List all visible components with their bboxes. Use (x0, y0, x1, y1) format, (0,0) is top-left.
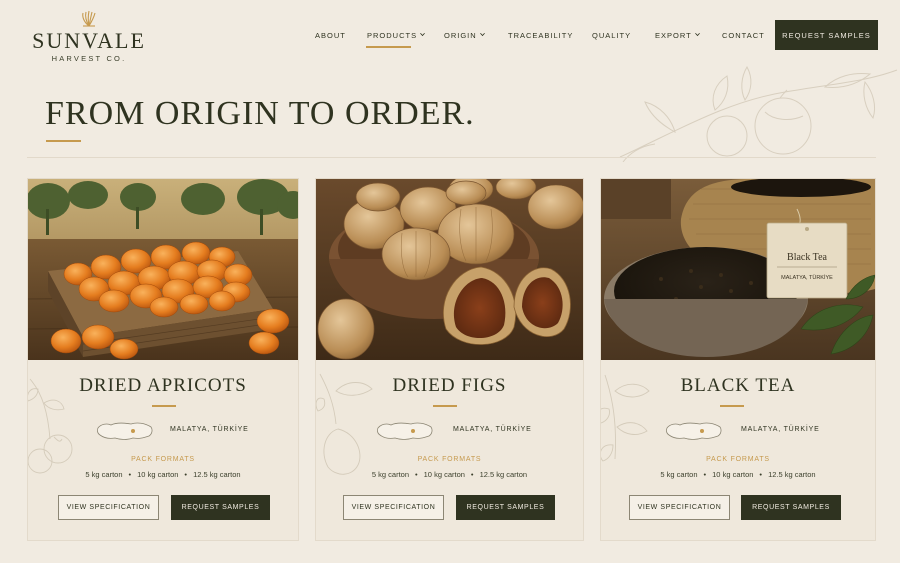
pack-format: 10 kg carton (712, 470, 754, 479)
pack-format: 12.5 kg carton (768, 470, 816, 479)
nav-item-traceability[interactable]: TRACEABILITY (508, 31, 573, 40)
title-accent-rule (433, 405, 457, 407)
hero-accent-rule (46, 140, 81, 142)
nav-item-export[interactable]: EXPORT (655, 31, 700, 40)
product-title: BLACK TEA (680, 375, 796, 396)
tea-tag-origin: MALATYA, TÜRKİYE (781, 274, 833, 281)
turkiye-map-icon (97, 422, 153, 440)
pack-format: 12.5 kg carton (193, 470, 241, 479)
product-card-apricots: DRIED APRICOTS MALATYA, TÜRKİYE PACK FOR… (27, 178, 299, 541)
hero-title: FROM ORIGIN TO ORDER. (45, 95, 475, 132)
pack-formats-label: PACK FORMATS (417, 456, 482, 463)
orange-branch-illustration (619, 65, 898, 162)
view-specification-button[interactable]: VIEW SPECIFICATION (343, 495, 444, 520)
nav-item-origin[interactable]: ORIGIN (444, 31, 485, 40)
request-samples-button[interactable]: REQUEST SAMPLES (171, 495, 270, 520)
origin-label: MALATYA, TÜRKİYE (453, 426, 532, 433)
view-specification-button[interactable]: VIEW SPECIFICATION (629, 495, 730, 520)
chevron-down-icon (420, 32, 425, 37)
pack-formats-list: 5 kg carton • 10 kg carton • 12.5 kg carton (660, 470, 816, 479)
request-samples-button[interactable]: REQUEST SAMPLES (741, 495, 841, 520)
brand-tagline: HARVEST CO. (51, 54, 127, 63)
request-samples-button[interactable]: REQUEST SAMPLES (775, 20, 878, 50)
apricot-crate-image (28, 179, 298, 360)
pack-format: 5 kg carton (660, 470, 698, 479)
black-tea-bowl-image: Black Tea MALATYA, TÜRKİYE (601, 179, 875, 360)
active-nav-indicator (366, 46, 411, 48)
pack-formats-list: 5 kg carton • 10 kg carton • 12.5 kg carton (85, 470, 241, 479)
origin-label: MALATYA, TÜRKİYE (741, 426, 820, 433)
product-title: DRIED APRICOTS (79, 375, 247, 396)
pack-format: 5 kg carton (85, 470, 123, 479)
figs-bowl-image (316, 179, 583, 360)
tea-tag-text: Black Tea (787, 252, 827, 263)
pack-format: 10 kg carton (137, 470, 179, 479)
nav-item-quality[interactable]: QUALITY (592, 31, 631, 40)
turkiye-map-icon (377, 422, 433, 440)
sun-fan-icon (82, 10, 96, 27)
turkiye-map-icon (666, 422, 722, 440)
origin-label: MALATYA, TÜRKİYE (170, 426, 249, 433)
chevron-down-icon (694, 32, 700, 37)
pack-format: 12.5 kg carton (479, 470, 528, 479)
pack-format: 10 kg carton (423, 470, 465, 479)
title-accent-rule (720, 405, 744, 407)
chevron-down-icon (479, 32, 485, 37)
product-title: DRIED FIGS (392, 375, 507, 396)
view-specification-button[interactable]: VIEW SPECIFICATION (58, 495, 159, 520)
main-nav: ABOUT PRODUCTS ORIGIN TRACEABILITY QUALI… (0, 31, 900, 43)
pack-formats-label: PACK FORMATS (706, 456, 770, 463)
product-card-black-tea: Black Tea MALATYA, TÜRKİYE BLACK TEA MAL… (600, 178, 876, 541)
section-divider (27, 157, 876, 158)
request-samples-button[interactable]: REQUEST SAMPLES (456, 495, 555, 520)
pack-format: 5 kg carton (371, 470, 409, 479)
title-accent-rule (152, 405, 176, 407)
nav-item-products[interactable]: PRODUCTS (367, 31, 425, 40)
product-card-figs: DRIED FIGS MALATYA, TÜRKİYE PACK FORMATS… (315, 178, 584, 541)
nav-item-about[interactable]: ABOUT (315, 31, 346, 40)
nav-item-contact[interactable]: CONTACT (722, 31, 765, 40)
pack-formats-list: 5 kg carton • 10 kg carton • 12.5 kg carton (371, 470, 528, 479)
pack-formats-label: PACK FORMATS (131, 456, 195, 463)
